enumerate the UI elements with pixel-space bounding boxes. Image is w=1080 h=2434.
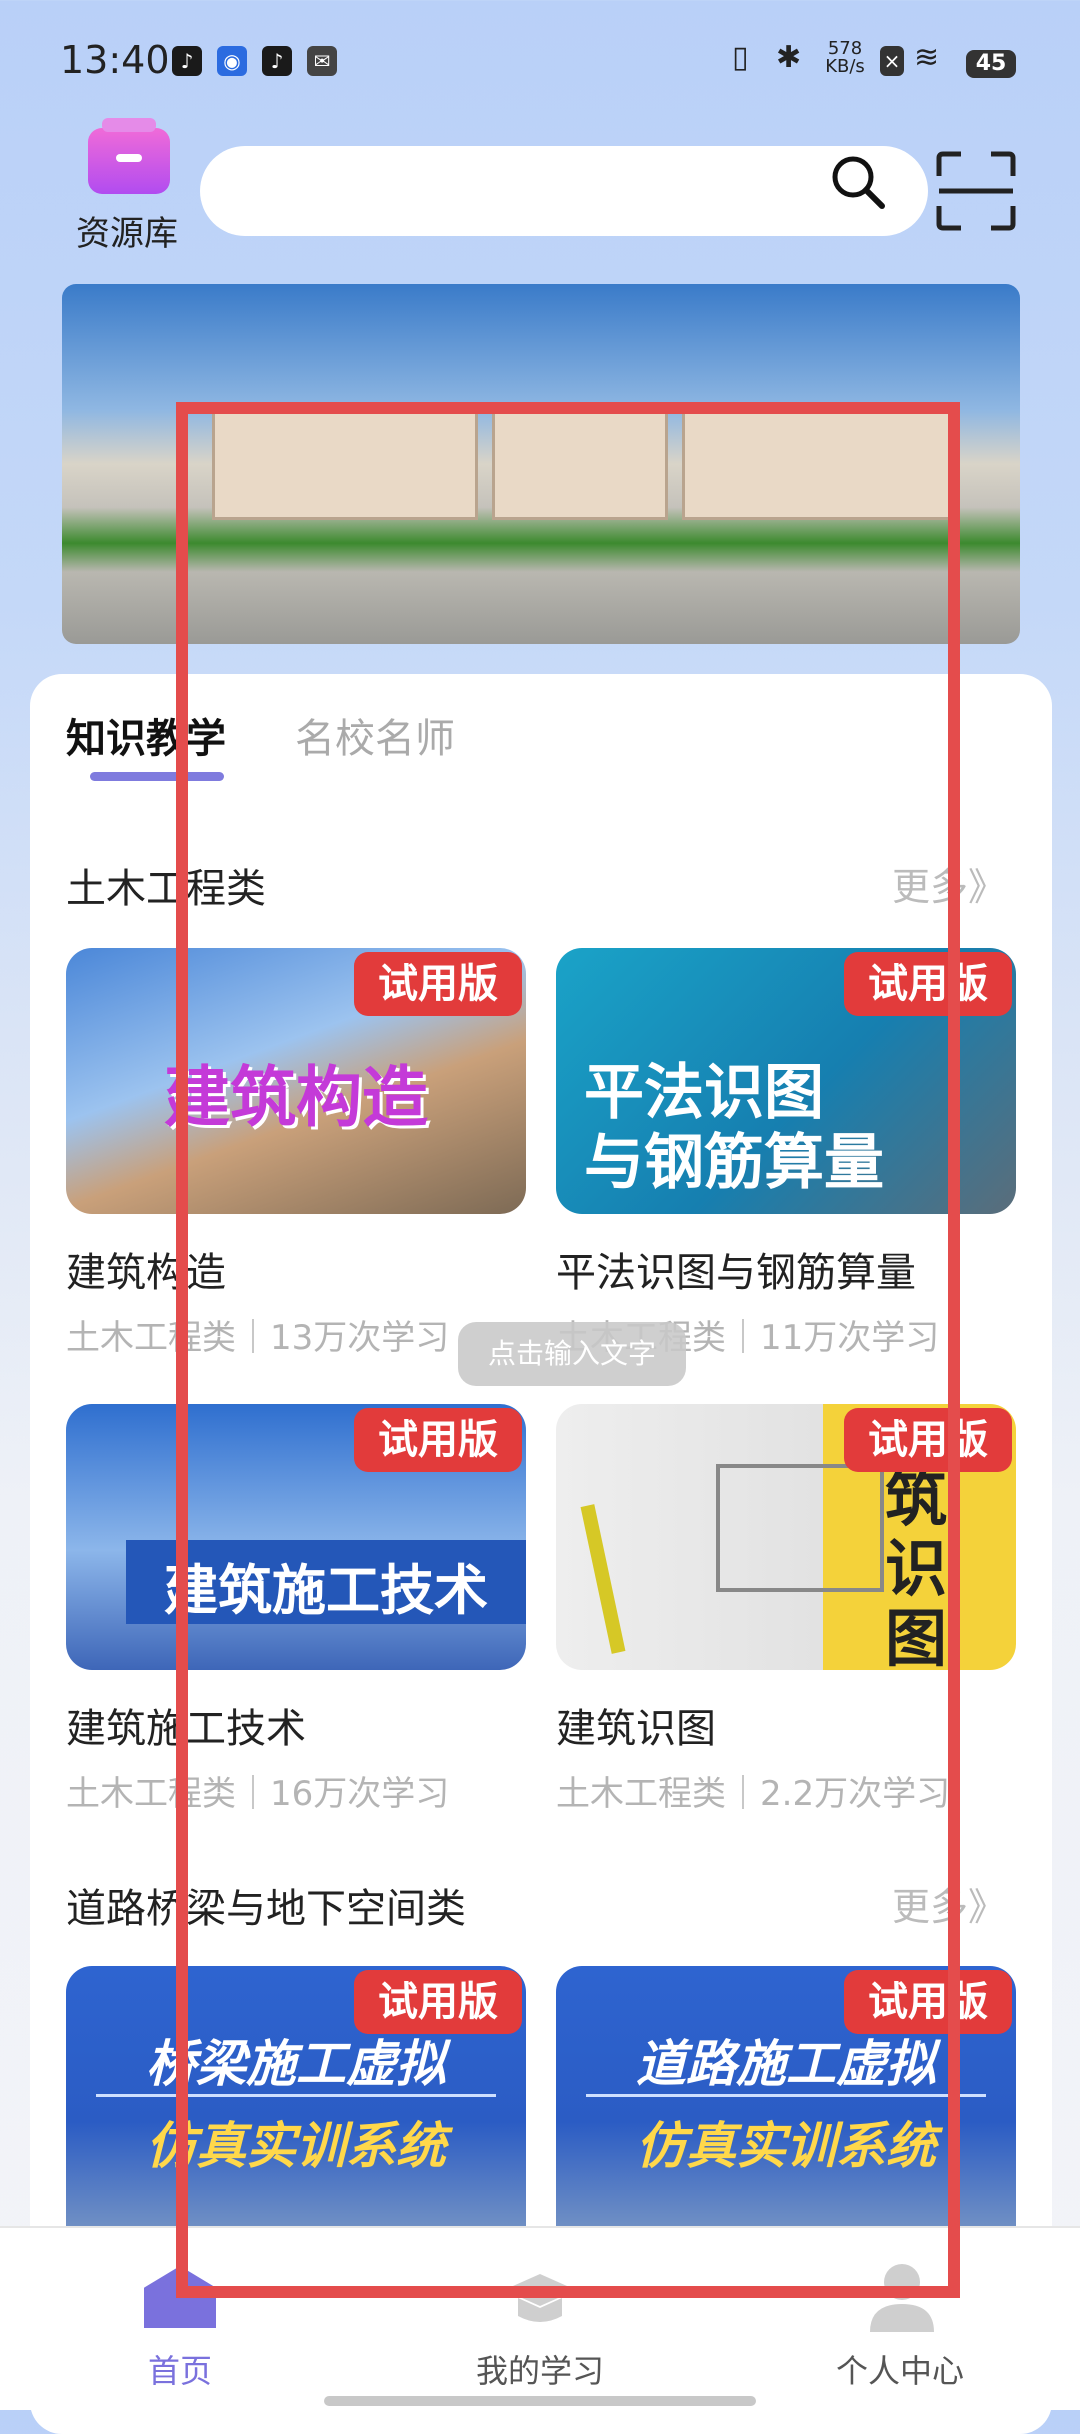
status-time: 13:40: [60, 38, 170, 82]
tiktok-icon: ♪: [262, 46, 292, 76]
battery-level: 45: [966, 50, 1016, 78]
tiktok-icon: ♪: [172, 46, 202, 76]
network-speed-unit: KB/s: [825, 56, 865, 77]
mobile-data-off-icon: ×: [880, 46, 904, 76]
app-notification-icon: ◉: [217, 46, 247, 76]
nav-my-learning[interactable]: 我的学习: [430, 2346, 650, 2392]
resource-library-icon[interactable]: [88, 118, 170, 194]
nav-home[interactable]: 首页: [70, 2346, 290, 2392]
search-input[interactable]: [200, 146, 928, 236]
search-icon[interactable]: [830, 154, 886, 210]
resource-library-label[interactable]: 资源库: [76, 206, 178, 255]
message-icon: ✉: [307, 46, 337, 76]
bluetooth-icon: ✱: [776, 40, 802, 75]
wifi-icon: ≋: [914, 40, 940, 75]
gesture-home-bar[interactable]: [324, 2396, 756, 2406]
highlight-box: [176, 402, 960, 2298]
nav-personal-center[interactable]: 个人中心: [790, 2346, 1010, 2392]
scan-icon[interactable]: [935, 150, 1017, 232]
network-speed: 578 KB/s: [822, 40, 868, 76]
vibrate-icon: ▯: [732, 40, 749, 75]
